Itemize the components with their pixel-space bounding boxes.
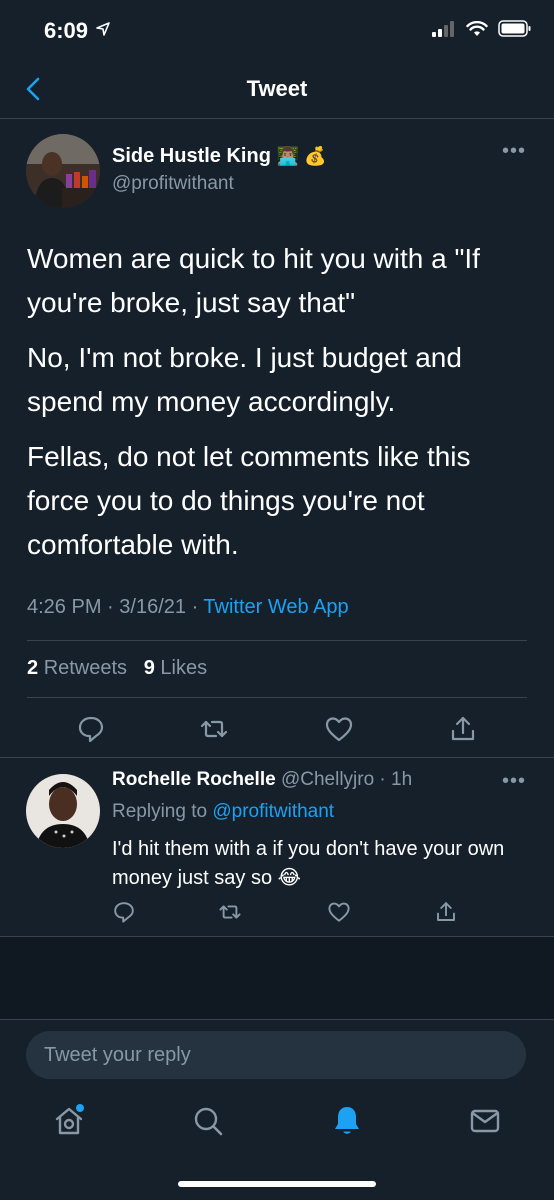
- messages-envelope-icon[interactable]: [468, 1104, 502, 1138]
- compose-divider: [0, 1019, 554, 1020]
- nav-divider: [0, 118, 554, 119]
- author-name-emojis: 👨🏽‍💻 💰: [276, 146, 327, 166]
- reply-reply-icon[interactable]: [112, 900, 136, 924]
- share-icon[interactable]: [448, 714, 478, 744]
- avatar-photo-icon: [26, 774, 100, 848]
- wifi-icon: [466, 20, 488, 36]
- cellular-signal-icon: [432, 20, 454, 37]
- reply-compose-input[interactable]: [26, 1031, 526, 1079]
- author-display-name: Side Hustle King: [112, 145, 271, 167]
- battery-icon: [498, 20, 531, 37]
- avatar-photo-icon: [26, 134, 100, 208]
- status-time: 6:09: [44, 18, 89, 43]
- replying-to-link[interactable]: @profitwithant: [212, 801, 334, 822]
- reply-retweet-icon[interactable]: [218, 900, 242, 924]
- reply-more-options-icon[interactable]: •••: [502, 770, 526, 793]
- reply-header: Rochelle Rochelle @Chellyjro · 1h: [112, 769, 413, 790]
- reply-age: 1h: [391, 769, 413, 790]
- main-tweet-handle[interactable]: @profitwithant: [112, 173, 234, 195]
- tweet-time: 4:26 PM: [27, 596, 102, 618]
- reply-avatar[interactable]: [26, 774, 100, 848]
- reply-text: I'd hit them with a if you don't have yo…: [112, 838, 505, 889]
- likes-stat[interactable]: 9 Likes: [144, 657, 207, 679]
- reply-icon[interactable]: [76, 714, 106, 744]
- page-title: Tweet: [246, 76, 308, 101]
- home-tab-icon[interactable]: [52, 1104, 86, 1138]
- search-tab-icon[interactable]: [191, 1104, 225, 1138]
- tweet-meta: 4:26 PM · 3/16/21 · Twitter Web App: [27, 596, 349, 618]
- more-options-icon[interactable]: •••: [502, 140, 526, 163]
- reply-author-handle[interactable]: @Chellyjro: [281, 769, 374, 790]
- actions-divider: [0, 757, 554, 758]
- tweet-date: 3/16/21: [119, 596, 186, 618]
- notifications-bell-icon[interactable]: [330, 1104, 364, 1138]
- reply-like-heart-icon[interactable]: [327, 900, 351, 924]
- main-tweet-author-name[interactable]: Side Hustle King 👨🏽‍💻 💰: [112, 145, 327, 168]
- tweet-stats: 2 Retweets 9 Likes: [27, 657, 207, 680]
- reply-share-icon[interactable]: [434, 900, 458, 924]
- empty-conversation-area: [0, 937, 554, 1019]
- home-indicator[interactable]: [178, 1181, 376, 1187]
- reply-author-name[interactable]: Rochelle Rochelle: [112, 769, 276, 790]
- retweets-stat[interactable]: 2 Retweets: [27, 657, 127, 679]
- location-arrow-icon: [96, 22, 110, 36]
- tweet-paragraph-2: No, I'm not broke. I just budget and spe…: [27, 342, 462, 417]
- meta-divider: [27, 640, 527, 641]
- tweet-paragraph-3: Fellas, do not let comments like this fo…: [27, 441, 471, 560]
- tweet-paragraph-1: Women are quick to hit you with a "If yo…: [27, 243, 480, 318]
- status-icons: [432, 20, 532, 37]
- retweet-icon[interactable]: [199, 714, 229, 744]
- like-heart-icon[interactable]: [324, 714, 354, 744]
- replying-to-line: Replying to @profitwithant: [112, 801, 335, 822]
- main-tweet-avatar[interactable]: [26, 134, 100, 208]
- stats-divider: [27, 697, 527, 698]
- tweet-source-link[interactable]: Twitter Web App: [203, 596, 348, 618]
